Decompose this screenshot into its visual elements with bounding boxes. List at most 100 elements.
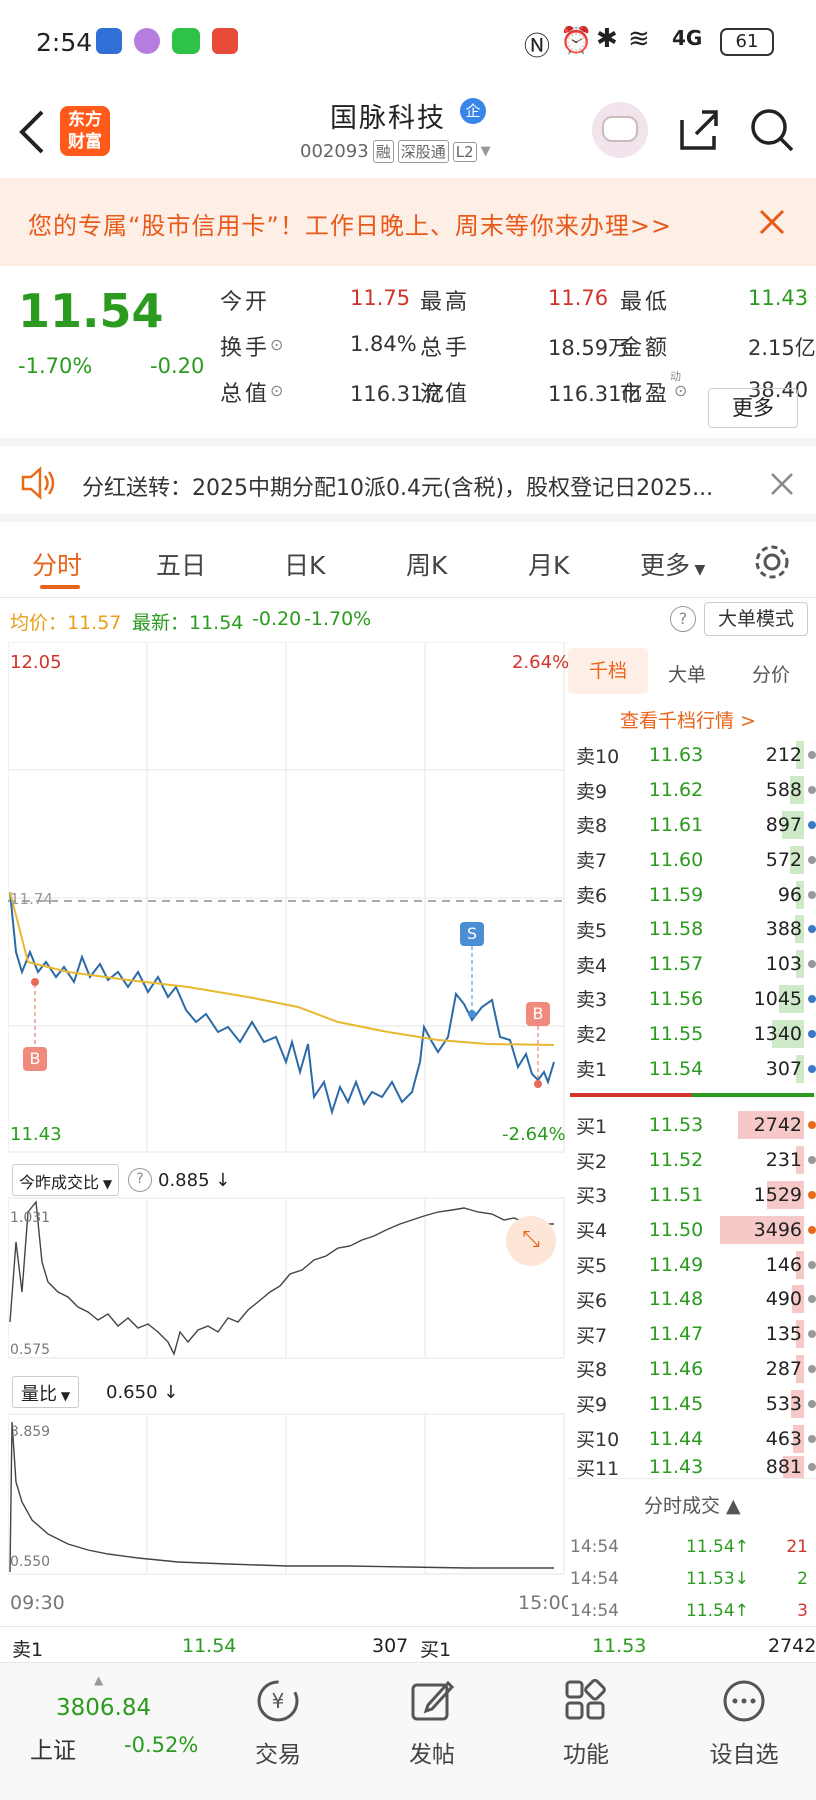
time-sales-title[interactable]: 分时成交 ▲	[644, 1491, 741, 1518]
order-dot-icon	[808, 994, 816, 1003]
more-button[interactable]: 更多	[708, 388, 798, 428]
stock-code: 002093	[300, 141, 369, 162]
bid-level: 买9	[576, 1394, 608, 1417]
app-logo[interactable]: 东方 财富	[60, 106, 110, 156]
ai-assistant-icon[interactable]	[592, 102, 648, 158]
buy-marker[interactable]: B	[526, 1002, 550, 1026]
trade-volume: 21	[786, 1537, 808, 1557]
bid1-volume: 2742	[768, 1635, 816, 1657]
stock-code-row[interactable]: 002093 融 深股通 L2 ▼	[300, 140, 491, 163]
bid-row[interactable]: 买6 11.48 490	[568, 1282, 816, 1317]
ask-row[interactable]: 卖4 11.57 103	[568, 947, 816, 982]
ask-row[interactable]: 卖9 11.62 588	[568, 773, 816, 808]
ask-row[interactable]: 卖1 11.54 307	[568, 1051, 816, 1086]
indicator-max: 3.859	[10, 1424, 51, 1440]
nav-add-watchlist[interactable]: 设自选	[696, 1671, 792, 1791]
nav-trade[interactable]: ¥ 交易	[236, 1671, 320, 1791]
ask1-volume: 307	[372, 1635, 409, 1657]
indicator-label: 量比	[21, 1384, 57, 1405]
sell-marker[interactable]: S	[460, 922, 484, 946]
close-icon[interactable]	[770, 472, 794, 496]
tab-monthly-k[interactable]: 月K	[528, 546, 569, 582]
search-icon[interactable]	[748, 106, 796, 154]
nav-functions[interactable]: 功能	[544, 1671, 628, 1791]
stock-name: 国脉科技	[330, 103, 446, 134]
bid-volume: 287	[765, 1357, 802, 1380]
ask-row[interactable]: 卖8 11.61 897	[568, 808, 816, 843]
expand-icon[interactable]: ⤡	[506, 1216, 556, 1266]
bid-row[interactable]: 买9 11.45 533	[568, 1386, 816, 1421]
tab-five-day[interactable]: 五日	[156, 546, 206, 582]
bid-volume: 2742	[753, 1114, 802, 1137]
dividend-notice[interactable]: 分红送转：2025中期分配10派0.4元(含税)，股权登记日2025...	[0, 446, 816, 522]
nav-label: 设自选	[709, 1742, 779, 1768]
expand-icon: ▲	[94, 1673, 104, 1687]
ask-row[interactable]: 卖10 11.63 212	[568, 738, 816, 773]
quote-field-value: 11.76	[548, 286, 609, 310]
ask-row[interactable]: 卖7 11.60 572	[568, 842, 816, 877]
view-depth-link[interactable]: 查看千档行情 >	[620, 706, 756, 733]
index-widget[interactable]: ▲ 3806.84 上证 -0.52%	[20, 1673, 198, 1783]
tab-big-orders[interactable]: 大单	[668, 660, 706, 687]
ask-volume: 588	[765, 779, 802, 802]
bid-level: 买6	[576, 1289, 608, 1312]
big-order-mode-button[interactable]: 大单模式	[704, 602, 808, 636]
tab-intraday[interactable]: 分时	[32, 546, 82, 582]
bid-row[interactable]: 买11 11.43 881	[568, 1456, 816, 1478]
tab-weekly-k[interactable]: 周K	[406, 546, 447, 582]
bid-price: 11.50	[648, 1218, 704, 1241]
bid-price: 11.46	[648, 1357, 704, 1380]
help-icon[interactable]: ?	[128, 1168, 152, 1192]
tag-level2: L2	[452, 141, 477, 162]
back-icon[interactable]	[14, 108, 48, 156]
trade-price: 11.54↑	[686, 1601, 749, 1621]
bid-row[interactable]: 买4 11.50 3496	[568, 1212, 816, 1247]
ask-row[interactable]: 卖3 11.56 1045	[568, 982, 816, 1017]
ask-row[interactable]: 卖2 11.55 1340	[568, 1016, 816, 1051]
ask-row[interactable]: 卖6 11.59 96	[568, 877, 816, 912]
trade-time: 14:54	[570, 1537, 619, 1557]
change-amount: -0.20	[150, 354, 205, 378]
tab-price-distribution[interactable]: 分价	[752, 660, 790, 687]
bid-row[interactable]: 买8 11.46 287	[568, 1352, 816, 1387]
intraday-chart[interactable]: 12.05 2.64% 11.74 11.43 -2.64% B S B 今昨成…	[8, 642, 573, 1626]
bid-row[interactable]: 买2 11.52 231	[568, 1143, 816, 1178]
tab-full-depth[interactable]: 千档	[568, 648, 648, 694]
trade-volume: 2	[797, 1569, 808, 1589]
app-icon	[134, 28, 160, 54]
bid-row[interactable]: 买5 11.49 146	[568, 1247, 816, 1282]
trade-icon: ¥	[257, 1680, 299, 1722]
order-dot-icon	[808, 1260, 816, 1269]
bid-volume: 146	[765, 1253, 802, 1276]
ask-row[interactable]: 卖5 11.58 388	[568, 912, 816, 947]
bid-level: 买11	[576, 1457, 620, 1479]
indicator-select-ratio[interactable]: 今昨成交比 ▼	[12, 1164, 120, 1196]
help-icon[interactable]: ?	[670, 606, 696, 632]
message-icon	[172, 28, 200, 54]
close-icon[interactable]	[758, 208, 786, 236]
tab-daily-k[interactable]: 日K	[284, 546, 325, 582]
promo-banner[interactable]: 您的专属“股市信用卡”！工作日晚上、周末等你来办理>>	[0, 178, 816, 266]
trade-volume: 3	[797, 1601, 808, 1621]
ask-level: 卖7	[576, 850, 608, 873]
bid-row[interactable]: 买10 11.44 463	[568, 1421, 816, 1456]
info-icon[interactable]: ⊙	[270, 381, 283, 400]
app-icon	[96, 28, 122, 54]
settings-icon[interactable]	[752, 542, 792, 582]
buy-marker[interactable]: B	[23, 1047, 47, 1071]
tab-more[interactable]: 更多 ▼	[640, 546, 705, 582]
nav-post[interactable]: 发帖	[390, 1671, 474, 1791]
indicator-select-volume-ratio[interactable]: 量比 ▼	[12, 1376, 80, 1408]
ask-price: 11.55	[648, 1022, 704, 1045]
ask-volume: 388	[765, 918, 802, 941]
quote-field-value: 18.59万	[548, 336, 630, 360]
bid-price: 11.53	[648, 1114, 704, 1137]
info-icon[interactable]: ⊙	[270, 335, 283, 354]
last-price: 11.54	[18, 284, 164, 338]
marker-dot	[468, 1010, 476, 1018]
bid-row[interactable]: 买3 11.51 1529	[568, 1178, 816, 1213]
book-divider-bid	[692, 1093, 814, 1097]
share-icon[interactable]	[674, 106, 722, 154]
bid-row[interactable]: 买7 11.47 135	[568, 1317, 816, 1352]
bid-row[interactable]: 买1 11.53 2742	[568, 1108, 816, 1143]
